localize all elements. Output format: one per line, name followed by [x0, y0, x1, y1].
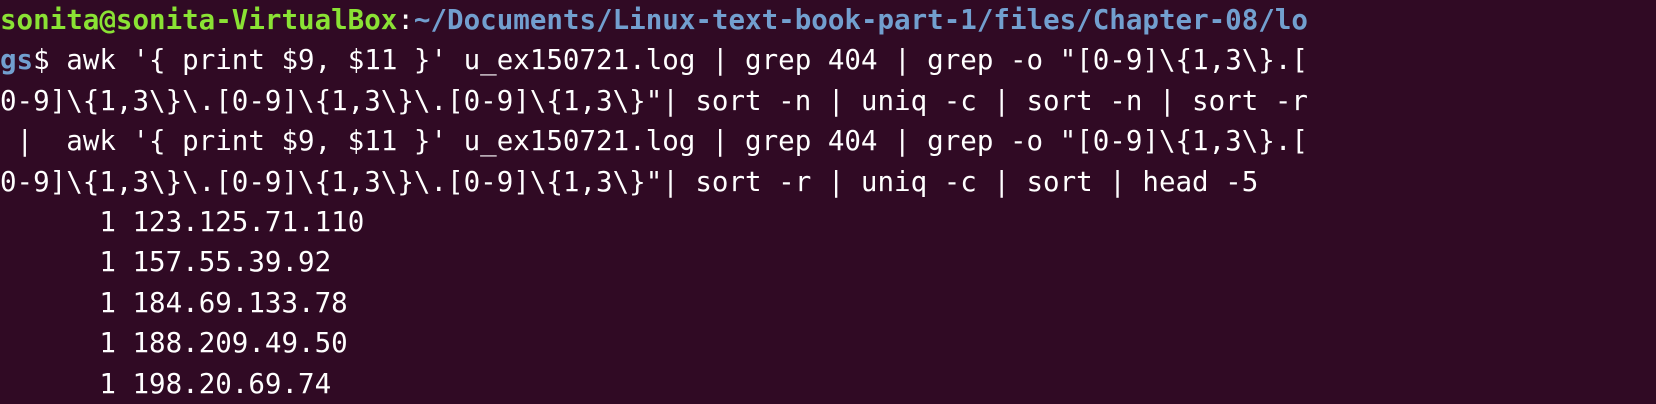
prompt-line: sonita@sonita-VirtualBox:~/Documents/Lin…: [0, 0, 1656, 40]
command-line: 0-9]\{1,3\}\.[0-9]\{1,3\}\.[0-9]\{1,3\}"…: [0, 81, 1656, 121]
output-count: 1: [99, 205, 116, 238]
prompt-separator: :: [397, 4, 414, 36]
output-ip: 198.20.69.74: [132, 367, 332, 400]
command-text: awk '{ print $9, $11 }' u_ex150721.log |…: [49, 44, 1308, 77]
prompt-symbol: $: [33, 44, 50, 77]
command-text: 0-9]\{1,3\}\.[0-9]\{1,3\}\.[0-9]\{1,3\}"…: [0, 84, 1308, 117]
output-row: 1 198.20.69.74: [0, 364, 1656, 404]
command-line: | awk '{ print $9, $11 }' u_ex150721.log…: [0, 121, 1656, 161]
output-ip: 184.69.133.78: [132, 286, 348, 319]
output-ip: 157.55.39.92: [132, 246, 332, 279]
command-line: gs$ awk '{ print $9, $11 }' u_ex150721.l…: [0, 40, 1656, 80]
terminal-window[interactable]: sonita@sonita-VirtualBox:~/Documents/Lin…: [0, 0, 1656, 404]
output-ip: 188.209.49.50: [132, 327, 348, 360]
output-row: 1 188.209.49.50: [0, 323, 1656, 363]
output-count: 1: [99, 367, 116, 400]
output-row: 1 157.55.39.92: [0, 242, 1656, 282]
command-text: 0-9]\{1,3\}\.[0-9]\{1,3\}\.[0-9]\{1,3\}"…: [0, 165, 1259, 198]
output-row: 1 184.69.133.78: [0, 283, 1656, 323]
prompt-path: ~/Documents/Linux-text-book-part-1/files…: [413, 4, 1308, 36]
command-line: 0-9]\{1,3\}\.[0-9]\{1,3\}\.[0-9]\{1,3\}"…: [0, 162, 1656, 202]
prompt-path-continued: gs: [0, 44, 34, 77]
output-count: 1: [99, 327, 116, 360]
output-count: 1: [99, 246, 116, 279]
output-row: 1 123.125.71.110: [0, 202, 1656, 242]
prompt-user-host: sonita@sonita-VirtualBox: [0, 4, 398, 36]
output-count: 1: [99, 286, 116, 319]
command-text: | awk '{ print $9, $11 }' u_ex150721.log…: [0, 125, 1308, 158]
output-ip: 123.125.71.110: [132, 205, 365, 238]
